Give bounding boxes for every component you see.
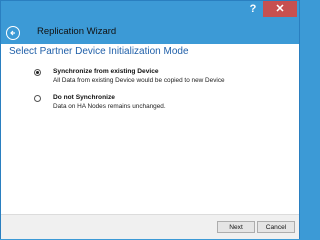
page-title: Select Partner Device Initialization Mod… xyxy=(9,46,189,57)
back-arrow-icon xyxy=(10,30,15,36)
option-description: Data on HA Nodes remains unchanged. xyxy=(53,103,166,110)
wizard-header: Replication Wizard xyxy=(1,22,299,44)
wizard-window: ? ✕ Replication Wizard Select Partner De… xyxy=(0,0,300,239)
radio-do-not-synchronize[interactable] xyxy=(34,95,41,102)
cancel-button[interactable]: Cancel xyxy=(257,221,295,233)
window-controls: ? ✕ xyxy=(243,1,297,17)
option-label: Synchronize from existing Device xyxy=(53,68,159,75)
option-description: All Data from existing Device would be c… xyxy=(53,77,225,84)
radio-synchronize[interactable] xyxy=(34,69,41,76)
wizard-content: Select Partner Device Initialization Mod… xyxy=(1,44,299,214)
wizard-title: Replication Wizard xyxy=(37,26,117,37)
wizard-footer: Next Cancel xyxy=(1,214,299,239)
option-label: Do not Synchronize xyxy=(53,94,115,101)
next-button[interactable]: Next xyxy=(217,221,255,233)
title-bar: ? ✕ xyxy=(1,1,299,22)
help-button[interactable]: ? xyxy=(243,1,263,17)
close-button[interactable]: ✕ xyxy=(263,1,297,17)
back-button[interactable] xyxy=(6,26,20,40)
